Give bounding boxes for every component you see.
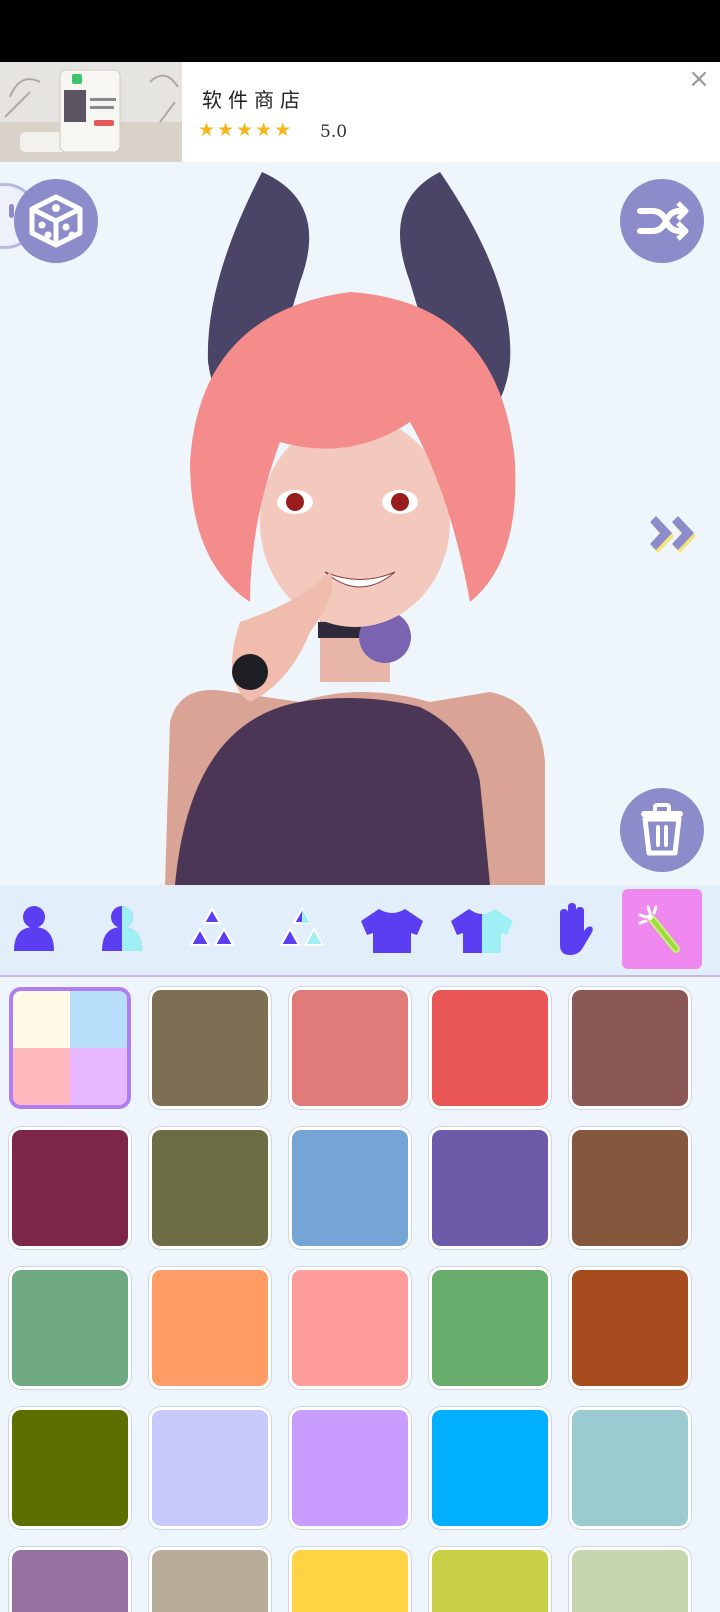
tab-body-half[interactable] bbox=[82, 889, 162, 969]
multicolor-quadrant bbox=[70, 1048, 127, 1105]
color-swatch[interactable] bbox=[569, 1547, 691, 1612]
star-icon: ★ bbox=[274, 119, 292, 141]
hand-icon bbox=[560, 903, 593, 955]
color-palette bbox=[0, 977, 720, 1612]
next-arrow-button[interactable] bbox=[650, 512, 710, 558]
ad-title: 软件商店 bbox=[202, 88, 306, 112]
color-swatch[interactable] bbox=[429, 1267, 551, 1389]
color-swatch[interactable] bbox=[9, 1547, 131, 1612]
character-stage bbox=[0, 162, 720, 885]
ad-banner[interactable]: 软件商店 ★ ★ ★ ★ ★ 5.0 × bbox=[0, 62, 720, 162]
category-tab-bar bbox=[0, 885, 720, 975]
magic-wand-icon bbox=[638, 905, 680, 953]
color-swatch[interactable] bbox=[289, 1267, 411, 1389]
color-swatch[interactable] bbox=[9, 1127, 131, 1249]
close-icon[interactable]: × bbox=[686, 66, 712, 92]
star-icon: ★ bbox=[198, 119, 216, 141]
tab-top-half[interactable] bbox=[442, 889, 522, 969]
body-half-icon bbox=[102, 906, 142, 951]
color-swatch[interactable] bbox=[289, 1547, 411, 1612]
body-icon bbox=[14, 906, 54, 951]
random-dice-button[interactable] bbox=[14, 179, 98, 263]
delete-button[interactable] bbox=[620, 788, 704, 872]
color-swatch[interactable] bbox=[289, 987, 411, 1109]
dice-icon bbox=[29, 194, 83, 248]
shuffle-icon bbox=[637, 201, 689, 241]
color-swatch[interactable] bbox=[569, 1407, 691, 1529]
tab-body[interactable] bbox=[0, 889, 74, 969]
triangles-icon bbox=[189, 906, 235, 946]
color-swatch[interactable] bbox=[569, 987, 691, 1109]
trash-icon bbox=[641, 803, 683, 856]
color-swatch[interactable] bbox=[149, 1267, 271, 1389]
color-swatch[interactable] bbox=[429, 1407, 551, 1529]
multicolor-quadrant bbox=[13, 1048, 70, 1105]
ad-thumbnail bbox=[0, 62, 182, 162]
color-swatch[interactable] bbox=[429, 987, 551, 1109]
status-bar bbox=[0, 0, 720, 62]
multicolor-quadrant bbox=[70, 991, 127, 1048]
color-swatch[interactable] bbox=[9, 1407, 131, 1529]
color-swatch-multicolor[interactable] bbox=[9, 987, 131, 1109]
color-swatch[interactable] bbox=[289, 1127, 411, 1249]
tab-hands[interactable] bbox=[532, 889, 612, 969]
color-swatch[interactable] bbox=[429, 1547, 551, 1612]
color-swatch[interactable] bbox=[289, 1407, 411, 1529]
shuffle-button[interactable] bbox=[620, 179, 704, 263]
tab-effects[interactable] bbox=[622, 889, 702, 969]
color-swatch[interactable] bbox=[569, 1267, 691, 1389]
color-swatch[interactable] bbox=[9, 1267, 131, 1389]
tab-top[interactable] bbox=[352, 889, 432, 969]
color-swatch[interactable] bbox=[149, 987, 271, 1109]
color-swatch[interactable] bbox=[569, 1127, 691, 1249]
triangles-half-icon bbox=[279, 906, 325, 946]
star-icon: ★ bbox=[255, 119, 273, 141]
ad-rating-stars: ★ ★ ★ ★ ★ bbox=[198, 120, 291, 140]
ad-rating-value: 5.0 bbox=[320, 122, 348, 142]
tab-features-half[interactable] bbox=[262, 889, 342, 969]
color-swatch[interactable] bbox=[149, 1407, 271, 1529]
color-swatch[interactable] bbox=[149, 1547, 271, 1612]
tab-features[interactable] bbox=[172, 889, 252, 969]
top-icon bbox=[361, 909, 423, 953]
star-icon: ★ bbox=[217, 119, 235, 141]
color-swatch[interactable] bbox=[429, 1127, 551, 1249]
multicolor-quadrant bbox=[13, 991, 70, 1048]
double-chevron-right-icon bbox=[650, 516, 696, 553]
character-illustration bbox=[165, 172, 545, 885]
star-icon: ★ bbox=[236, 119, 254, 141]
top-half-icon bbox=[451, 909, 513, 953]
color-swatch[interactable] bbox=[149, 1127, 271, 1249]
